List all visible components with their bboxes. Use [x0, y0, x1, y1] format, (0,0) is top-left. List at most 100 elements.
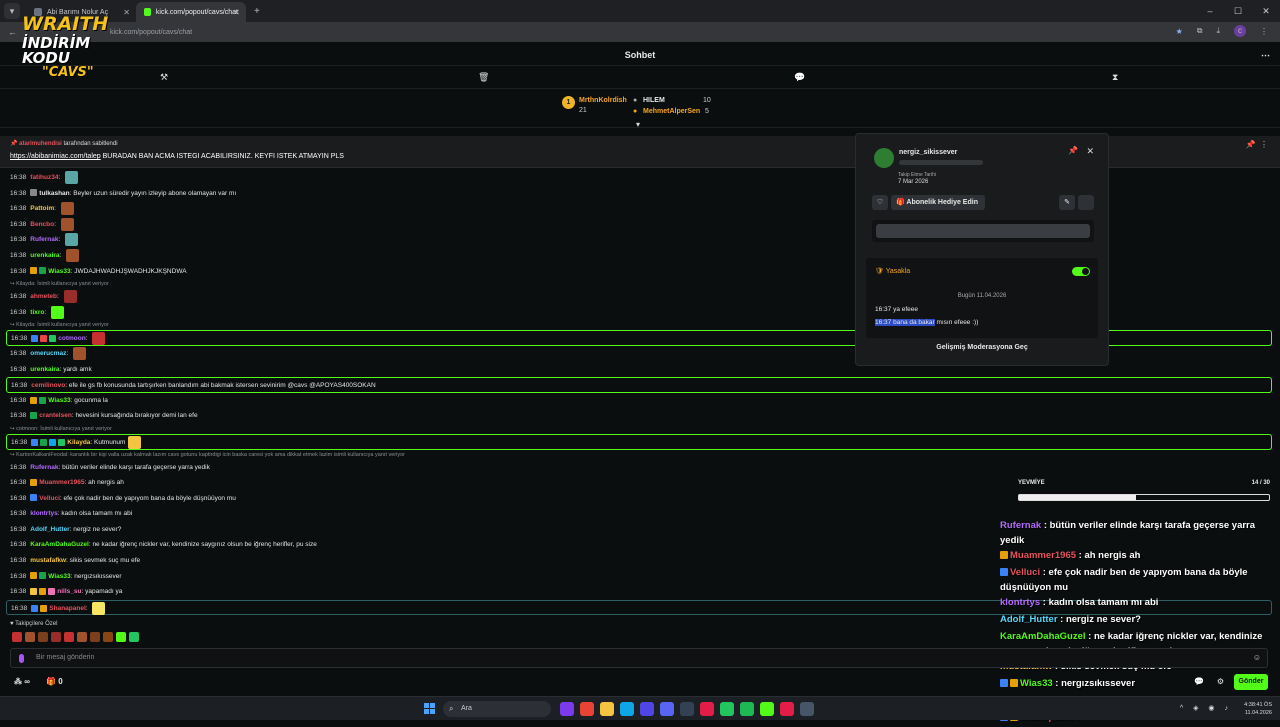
more-vertical-icon[interactable]: ⋮	[1260, 140, 1268, 149]
expand-chevron-icon[interactable]: ▾	[636, 120, 640, 129]
close-icon[interactable]: ✕	[1086, 146, 1094, 157]
chat-message[interactable]: 16:38 crantelsen: hevesini kursağında bır…	[6, 408, 1272, 424]
close-icon[interactable]: ✕	[233, 8, 240, 17]
back-arrow-icon[interactable]: ←	[8, 27, 20, 37]
reply-user[interactable]: Kilayda:	[16, 281, 37, 287]
leader-3-name[interactable]: MehmetAlperSen	[643, 108, 700, 115]
system-tray-icons[interactable]: ^ ◈ ◉ ♪	[1180, 704, 1232, 712]
emote[interactable]	[129, 632, 139, 642]
chat-message[interactable]: 16:38 Wias33: gocunma la	[6, 393, 1272, 409]
chat-input[interactable]: Bir mesaj gönderin ☺	[10, 648, 1268, 668]
emote[interactable]	[51, 632, 61, 642]
leader-1-name[interactable]: MrthnKolrdish	[579, 97, 627, 104]
emote[interactable]	[25, 632, 35, 642]
emote[interactable]	[90, 632, 100, 642]
pin-icon[interactable]: 📌	[1246, 140, 1256, 149]
msg-username[interactable]: urenkaira	[30, 366, 59, 373]
msg-username[interactable]: cotmoon	[58, 335, 85, 342]
msg-username[interactable]: Pattoim	[30, 205, 54, 212]
msg-username[interactable]: ahmeteb	[30, 293, 57, 300]
chat-bubble-icon[interactable]: 💬	[794, 72, 805, 83]
mic-icon[interactable]	[19, 654, 24, 663]
emote[interactable]	[103, 632, 113, 642]
menu-dots-icon[interactable]: ⋮	[1260, 27, 1268, 36]
emote[interactable]	[12, 632, 22, 642]
edge-icon[interactable]	[620, 702, 634, 716]
system-clock[interactable]: 4:38:41 ÖS 11.04.2026	[1244, 701, 1272, 717]
reply-user[interactable]: KartonKalkaniFeodal:	[16, 452, 70, 458]
emote[interactable]	[116, 632, 126, 642]
gift-subscription-button[interactable]: 🎁 Abonelik Hediye Edin	[891, 195, 985, 210]
emote[interactable]	[38, 632, 48, 642]
user-note-input[interactable]	[876, 224, 1090, 238]
msg-username[interactable]: omerucmaz	[30, 350, 66, 357]
msg-username[interactable]: Velluci	[39, 495, 60, 502]
emote[interactable]	[77, 632, 87, 642]
window-close-icon[interactable]: ✕	[1252, 0, 1280, 22]
msg-username[interactable]: KaraAmDahaGuzel	[30, 541, 89, 548]
star-icon[interactable]: ★	[1176, 27, 1183, 36]
msg-username[interactable]: tixro	[30, 309, 44, 316]
trash-icon[interactable]: 🗑	[478, 72, 489, 83]
hammer-icon[interactable]: ⚒	[160, 72, 168, 83]
copilot-icon[interactable]	[560, 702, 574, 716]
msg-username[interactable]: Wias33	[48, 268, 70, 275]
ban-toggle[interactable]	[1072, 267, 1090, 276]
browser-tab-2[interactable]: kick.com/popout/cavs/chat ✕	[136, 2, 246, 22]
chat-bubble-icon[interactable]: 💬	[1194, 677, 1204, 686]
user-note-field[interactable]	[872, 220, 1094, 242]
msg-username[interactable]: fatihuz34	[30, 174, 58, 181]
msg-username[interactable]: Muammer1965	[39, 479, 84, 486]
emote[interactable]	[64, 632, 74, 642]
pin-icon[interactable]: 📌	[1068, 146, 1078, 155]
msg-username[interactable]: Rufernak	[30, 236, 58, 243]
emoji-icon[interactable]: ☺	[1253, 653, 1261, 662]
user-mod-action-button[interactable]: ✎	[1059, 195, 1075, 210]
extensions-icon[interactable]: ⧉	[1197, 26, 1203, 36]
download-icon[interactable]: ⤓	[1216, 26, 1220, 36]
folder-icon[interactable]	[600, 702, 614, 716]
msg-username[interactable]: mustafafkw	[30, 557, 66, 564]
leader-2-name[interactable]: HILEM	[643, 97, 665, 104]
app-icon[interactable]	[700, 702, 714, 716]
chat-message[interactable]: 16:38 cemilinovo: efe ile gs fb konusunda…	[6, 377, 1272, 393]
msg-username[interactable]: crantelsen	[39, 412, 72, 419]
advanced-moderation-button[interactable]: Gelişmiş Moderasyona Geç	[856, 344, 1108, 351]
msg-username[interactable]: Bencbo	[30, 221, 54, 228]
msg-username[interactable]: Kilayda	[67, 439, 90, 446]
discord-icon[interactable]	[660, 702, 674, 716]
windows-start-icon[interactable]	[424, 703, 435, 714]
pinned-link[interactable]: https://abibanimiac.com/talep	[10, 153, 101, 160]
msg-username[interactable]: cemilinovo	[31, 382, 65, 389]
minimize-icon[interactable]: –	[1196, 0, 1224, 22]
msg-username[interactable]: Rufernak	[30, 464, 58, 471]
msg-username[interactable]: Adolf_Hutter	[30, 526, 69, 533]
user-card-name[interactable]: nergiz_sikissever	[899, 149, 957, 156]
chat-message[interactable]: 16:38 Rufernak: bütün veriler elinde karş…	[6, 460, 1272, 476]
follow-heart-button[interactable]: ♡	[872, 195, 888, 210]
msg-username[interactable]: klontrtys	[30, 510, 57, 517]
send-button[interactable]: Gönder	[1234, 674, 1268, 690]
chrome-icon[interactable]	[580, 702, 594, 716]
pinned-by-user[interactable]: atarimuhendisi	[19, 141, 62, 147]
teams-icon[interactable]	[640, 702, 654, 716]
reply-user[interactable]: Kilayda:	[16, 322, 37, 328]
kick-icon[interactable]	[760, 702, 774, 716]
maximize-icon[interactable]: ☐	[1224, 0, 1252, 22]
hourglass-icon[interactable]: ⧗	[1112, 72, 1118, 83]
msg-username[interactable]: Wias33	[48, 397, 70, 404]
reply-user[interactable]: cotmoon:	[16, 426, 40, 432]
msg-username[interactable]: tulkashan	[39, 190, 69, 197]
whatsapp-icon[interactable]	[720, 702, 734, 716]
msg-username[interactable]: Wias33	[48, 573, 70, 580]
more-icon[interactable]: ⋯	[1261, 44, 1270, 66]
app-icon[interactable]	[800, 702, 814, 716]
steam-icon[interactable]	[680, 702, 694, 716]
profile-avatar[interactable]: c	[1234, 25, 1246, 37]
msg-username[interactable]: urenkaira	[30, 252, 59, 259]
msg-username[interactable]: Shanapanel	[49, 605, 85, 612]
user-mod-action-button[interactable]	[1078, 195, 1094, 210]
msg-username[interactable]: nills_su	[57, 588, 81, 595]
app-icon[interactable]	[780, 702, 794, 716]
tab-search-menu[interactable]: ▾	[4, 3, 20, 19]
